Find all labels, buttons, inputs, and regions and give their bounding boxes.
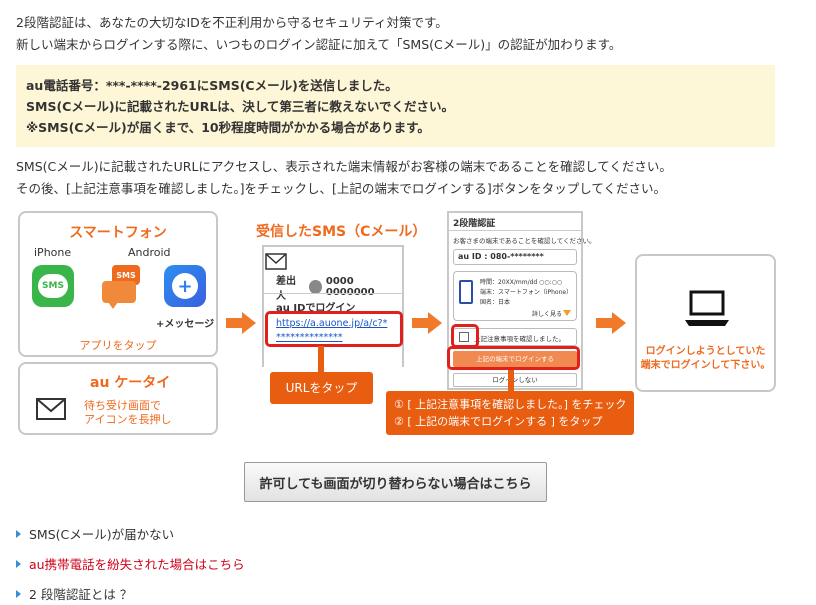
sms-message-screen: 差出人 0000 0000000 au IDでログイン https://a.au… xyxy=(262,245,404,367)
bullet-arrow-icon xyxy=(16,559,21,568)
sender-label: 差出人 xyxy=(276,276,296,302)
confirm-checkbox-label: 上記注意事項を確認しました。 xyxy=(474,335,565,343)
url-highlight-frame xyxy=(265,311,403,347)
iphone-label: iPhone xyxy=(34,246,72,259)
android-sms-text: SMS xyxy=(116,270,136,280)
url-tap-label: URLをタップ xyxy=(270,372,373,404)
device-country: 国名：日本 xyxy=(480,299,511,306)
flow-arrow-3 xyxy=(596,312,626,334)
device-time: 時間：20XX/mm/dd ○○:○○ xyxy=(480,279,563,286)
notice-line-2: SMS(Cメール)に記載されたURLは、決して第三者に教えないでください。 xyxy=(26,99,455,114)
sender-avatar-icon xyxy=(308,280,322,294)
link-lost-phone[interactable]: au携帯電話を紛失された場合はこちら xyxy=(16,554,245,573)
steps-pointer xyxy=(508,370,514,392)
plus-message-label: +メッセージ xyxy=(156,319,215,330)
keitai-caption-2: アイコンを長押し xyxy=(84,413,172,426)
smartphone-title: スマートフォン xyxy=(69,225,167,241)
mail-icon xyxy=(265,253,287,274)
link-label[interactable]: au携帯電話を紛失された場合はこちら xyxy=(29,554,245,573)
link-label[interactable]: SMS(Cメール)が届かない xyxy=(29,524,174,543)
more-chevron-icon xyxy=(563,310,571,316)
steps-label: ① [ 上記注意事項を確認しました。] をチェック ② [ 上記の端末でログイン… xyxy=(386,391,634,435)
sms-panel-title: 受信したSMS（Cメール） xyxy=(256,224,427,240)
sms-app-icon: SMS xyxy=(32,265,74,307)
url-pointer xyxy=(318,346,324,372)
link-sms-not-received[interactable]: SMS(Cメール)が届かない xyxy=(16,524,174,543)
link-label[interactable]: 2 段階認証とは ？ xyxy=(29,584,132,603)
checkbox-highlight-frame xyxy=(451,324,479,348)
smartphone-caption: アプリをタップ xyxy=(79,339,157,352)
sms-sent-notice: au電話番号：***-****-2961にSMS(Cメール)を送信しました。 S… xyxy=(16,65,775,147)
notice-line-3: ※SMS(Cメール)が届くまで、10秒程度時間がかかる場合があります。 xyxy=(26,120,430,135)
login-button-highlight-frame xyxy=(447,346,580,370)
sms-app-icon-text: SMS xyxy=(42,281,64,291)
sender-number: 0000 0000000 xyxy=(325,276,375,298)
device-type: 端末：スマートフォン（iPhone） xyxy=(480,289,573,296)
plus-message-icon: + xyxy=(164,265,206,307)
android-label: Android xyxy=(128,246,171,259)
device-info-card: 時間：20XX/mm/dd ○○:○○ 端末：スマートフォン（iPhone） 国… xyxy=(453,271,577,321)
auth-header: 2段階認証 xyxy=(449,213,581,231)
au-keitai-title: au ケータイ xyxy=(90,375,171,391)
step-1-text: ① [ 上記注意事項を確認しました。] をチェック xyxy=(394,398,627,411)
auth-id-field: au ID : 080-******** xyxy=(453,249,577,265)
intro-text: 2段階認証は、あなたの大切なIDを不正利用から守るセキュリティ対策です。 新しい… xyxy=(16,12,621,56)
auth-confirm-text: お客さまの端末であることを確認してください。 xyxy=(453,237,596,245)
link-what-is-2fa[interactable]: 2 段階認証とは ？ xyxy=(16,584,132,603)
instructions-line-2: その後、[上記注意事項を確認しました。]をチェックし、[上記の端末でログインする… xyxy=(16,181,667,196)
bullet-arrow-icon xyxy=(16,529,21,538)
instructions-text: SMS(Cメール)に記載されたURLにアクセスし、表示された端末情報がお客様の端… xyxy=(16,156,672,200)
au-keitai-box: au ケータイ 待ち受け画面で アイコンを長押し xyxy=(18,362,218,435)
envelope-icon xyxy=(36,398,66,420)
intro-line-1: 2段階認証は、あなたの大切なIDを不正利用から守るセキュリティ対策です。 xyxy=(16,15,448,30)
notice-line-1: au電話番号：***-****-2961にSMS(Cメール)を送信しました。 xyxy=(26,78,398,93)
intro-line-2: 新しい端末からログインする際に、いつものログイン認証に加えて「SMS(Cメール)… xyxy=(16,37,622,52)
do-not-login-button[interactable]: ログインしない xyxy=(453,373,577,387)
phone-device-icon xyxy=(459,280,473,304)
bullet-arrow-icon xyxy=(16,589,21,598)
laptop-icon xyxy=(683,290,731,330)
fallback-button[interactable]: 許可しても画面が切り替わらない場合はこちら xyxy=(244,462,547,502)
android-sms-icon: SMS xyxy=(98,265,148,311)
login-result-box: ログインしようとしていた 端末でログインして下さい。 xyxy=(635,254,776,392)
smartphone-box: スマートフォン iPhone Android SMS SMS + +メッセージ … xyxy=(18,211,218,357)
instructions-line-1: SMS(Cメール)に記載されたURLにアクセスし、表示された端末情報がお客様の端… xyxy=(16,159,672,174)
result-line-1: ログインしようとしていた xyxy=(645,346,766,357)
flow-arrow-1 xyxy=(226,312,256,334)
flow-arrow-2 xyxy=(412,312,442,334)
step-2-text: ② [ 上記の端末でログインする ] をタップ xyxy=(394,415,603,428)
result-line-2: 端末でログインして下さい。 xyxy=(640,360,771,371)
more-details-link[interactable]: 詳しく見る xyxy=(532,309,562,318)
